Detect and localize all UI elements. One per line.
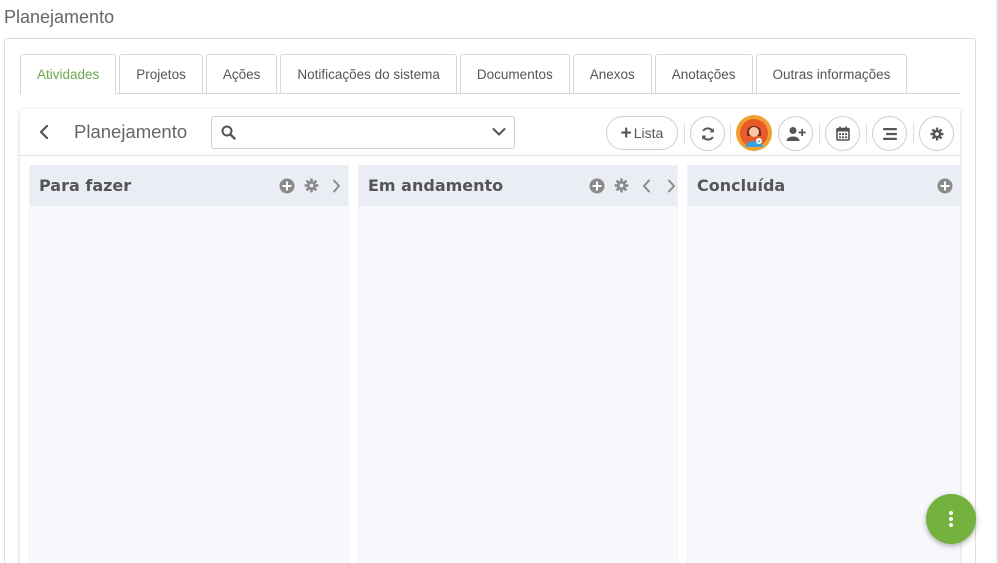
- plus-circle-icon: [279, 178, 294, 193]
- board-toolbar: Planejamento + Lista: [20, 109, 960, 156]
- tab-bar: Atividades Projetos Ações Notificações d…: [20, 54, 910, 94]
- gear-icon: [304, 178, 319, 193]
- plus-icon: +: [620, 122, 632, 144]
- tab-anotacoes[interactable]: Anotações: [654, 54, 753, 94]
- move-right-button[interactable]: [328, 177, 345, 194]
- calendar-icon: [835, 126, 850, 141]
- add-list-button[interactable]: + Lista: [606, 116, 678, 150]
- more-vertical-icon: [949, 511, 953, 527]
- toolbar-separator: [866, 123, 867, 143]
- column-actions: [270, 177, 345, 194]
- toolbar-separator: [819, 123, 820, 143]
- kanban-board: Planejamento + Lista Para fazer Em andam…: [20, 109, 960, 563]
- back-button[interactable]: [34, 121, 54, 143]
- refresh-icon: [701, 126, 714, 141]
- column-title: Em andamento: [368, 176, 504, 195]
- tab-acoes[interactable]: Ações: [205, 54, 278, 94]
- column-header: Para fazer: [30, 166, 348, 206]
- back-icon: [39, 125, 49, 139]
- column-settings-button[interactable]: [303, 177, 320, 194]
- column-para-fazer: Para fazer: [29, 165, 349, 563]
- toolbar-separator: [684, 123, 685, 143]
- tabs-divider: [115, 93, 960, 94]
- tab-notificacoes-do-sistema[interactable]: Notificações do sistema: [280, 54, 457, 94]
- avatar-icon: [740, 119, 768, 147]
- toolbar-separator: [913, 123, 914, 143]
- layout-button[interactable]: [872, 116, 907, 151]
- user-avatar[interactable]: [736, 115, 772, 151]
- add-user-icon: [786, 126, 806, 141]
- column-em-andamento: Em andamento: [358, 165, 678, 563]
- column-header: Concluída: [688, 166, 960, 206]
- tab-outras-informacoes[interactable]: Outras informações: [755, 54, 908, 94]
- tab-projetos[interactable]: Projetos: [119, 54, 203, 94]
- more-actions-fab[interactable]: [926, 494, 976, 544]
- column-actions: [580, 177, 680, 194]
- column-title: Concluída: [697, 176, 786, 195]
- column-actions: [928, 177, 953, 194]
- align-lines-icon: [882, 127, 897, 140]
- add-card-button[interactable]: [588, 177, 605, 194]
- toolbar-separator: [730, 123, 731, 143]
- chevron-down-icon[interactable]: [492, 127, 506, 137]
- tab-documentos[interactable]: Documentos: [459, 54, 570, 94]
- add-card-button[interactable]: [936, 177, 953, 194]
- search-select[interactable]: [211, 116, 515, 149]
- add-list-label: Lista: [633, 125, 664, 141]
- tab-anexos[interactable]: Anexos: [572, 54, 652, 94]
- board-title: Planejamento: [74, 121, 188, 142]
- column-header: Em andamento: [359, 166, 677, 206]
- gear-icon: [614, 178, 629, 193]
- move-left-button[interactable]: [638, 177, 655, 194]
- column-settings-button[interactable]: [613, 177, 630, 194]
- plus-circle-icon: [589, 178, 604, 193]
- plus-circle-icon: [937, 178, 952, 193]
- tab-atividades[interactable]: Atividades: [20, 54, 117, 94]
- add-card-button[interactable]: [278, 177, 295, 194]
- column-concluida: Concluída: [687, 165, 960, 563]
- column-title: Para fazer: [39, 176, 132, 195]
- search-input[interactable]: [242, 121, 482, 145]
- move-right-button[interactable]: [663, 177, 680, 194]
- page-title: Planejamento: [4, 7, 115, 27]
- calendar-button[interactable]: [825, 116, 860, 151]
- chevron-left-icon: [643, 179, 650, 192]
- add-member-button[interactable]: [778, 116, 813, 151]
- page: Planejamento Atividades Projetos Ações N…: [0, 0, 998, 563]
- chevron-right-icon: [333, 179, 340, 192]
- gear-icon: [930, 127, 943, 140]
- chevron-right-icon: [668, 179, 675, 192]
- search-icon: [221, 125, 236, 140]
- refresh-button[interactable]: [690, 116, 725, 151]
- settings-button[interactable]: [919, 116, 954, 151]
